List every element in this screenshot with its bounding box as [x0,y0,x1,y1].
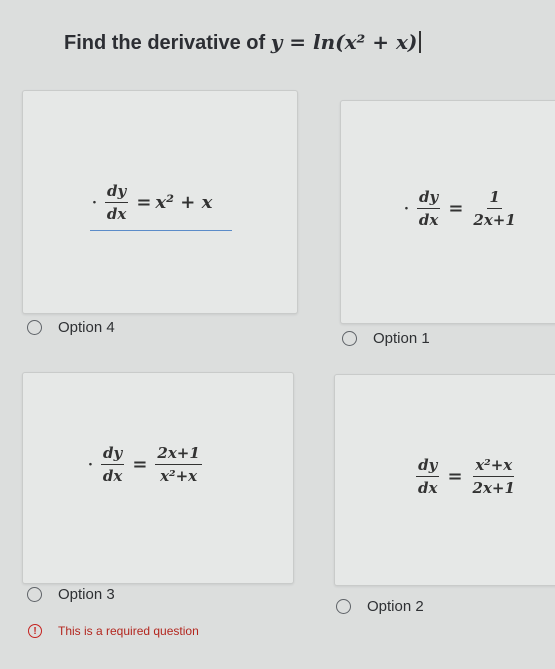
text-cursor [419,31,422,53]
derivative-fraction: dy dx [416,456,440,497]
option-1-label: Option 1 [373,330,430,347]
option-2-rhs-fraction: x²+x 2x+1 [472,456,515,497]
option-4-label: Option 4 [58,319,115,336]
option-1-rhs-fraction: 1 2x+1 [473,188,516,229]
question-title: Find the derivative of y = ln(x² + x) [64,30,422,55]
radio-button[interactable] [342,331,357,346]
option-3-equation: · dy dx = 2x+1 x²+x [88,444,202,485]
option-4-rhs: x² + x [155,192,213,213]
option-1-radio-row[interactable]: Option 1 [342,330,430,347]
radio-button[interactable] [27,587,42,602]
required-warning: ! This is a required question [28,624,199,638]
option-3-radio-row[interactable]: Option 3 [27,586,115,603]
required-message: This is a required question [58,624,199,638]
option-3-label: Option 3 [58,586,115,603]
derivative-fraction: dy dx [104,182,129,223]
option-2-label: Option 2 [367,598,424,615]
derivative-fraction: dy dx [100,444,125,485]
derivative-fraction: dy dx [416,188,441,229]
radio-button[interactable] [336,599,351,614]
radio-button[interactable] [27,320,42,335]
alert-icon: ! [28,624,42,638]
option-4-radio-row[interactable]: Option 4 [27,319,115,336]
equation-underline [90,230,232,231]
option-2-equation: dy dx = x²+x 2x+1 [416,456,515,497]
question-text: Find the derivative of [64,32,271,54]
option-1-equation: · dy dx = 1 2x+1 [404,188,516,229]
option-2-radio-row[interactable]: Option 2 [336,598,424,615]
question-expression: y = ln(x² + x) [270,30,418,54]
option-4-equation: · dy dx = x² + x [92,182,213,223]
option-3-rhs-fraction: 2x+1 x²+x [155,444,202,485]
